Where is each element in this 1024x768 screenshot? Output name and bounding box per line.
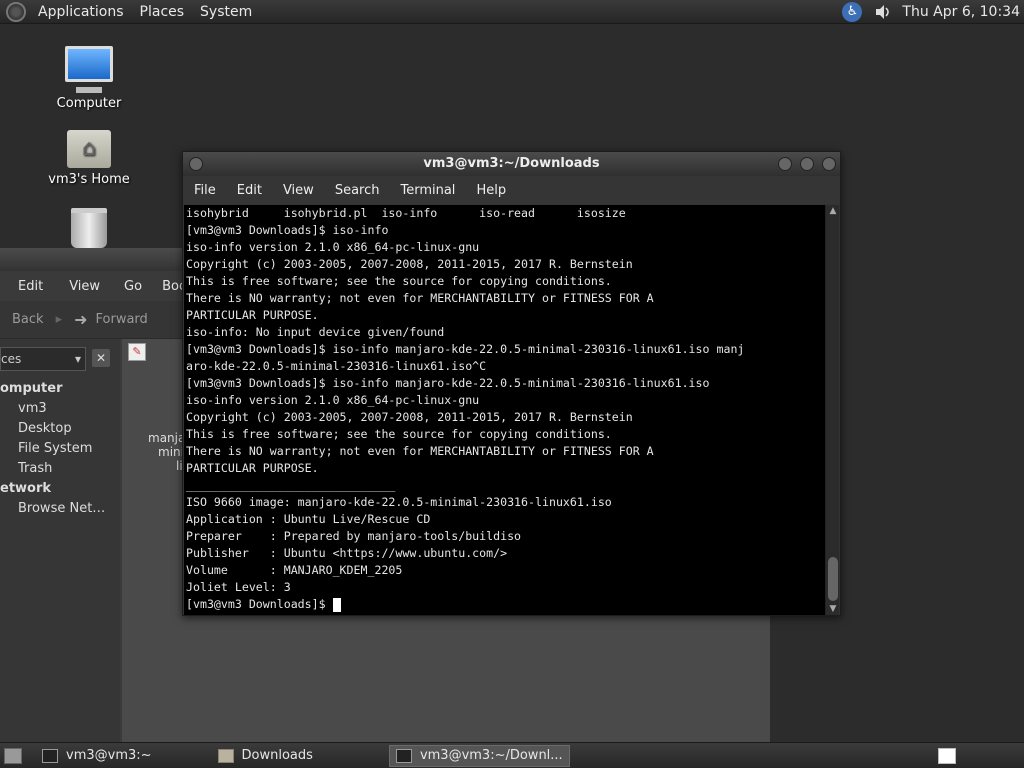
show-desktop-icon[interactable] [4,747,22,764]
terminal-line: Publisher : Ubuntu <https://www.ubuntu.c… [186,546,508,560]
system-menu[interactable]: System [196,4,256,20]
terminal-line: PARTICULAR PURPOSE. [186,308,319,322]
terminal-line: Copyright (c) 2003-2005, 2007-2008, 2011… [186,410,633,424]
clock[interactable]: Thu Apr 6, 10:34 [902,4,1020,20]
terminal-line: isohybrid isohybrid.pl iso-info iso-read… [186,206,626,220]
terminal-menubar: File Edit View Search Terminal Help [183,176,840,204]
maximize-icon[interactable] [800,157,814,171]
accessibility-icon[interactable]: ♿ [842,1,863,22]
dropdown-arrow-icon: ▾ [74,352,81,366]
term-menu-file[interactable]: File [194,183,216,198]
forward-button[interactable]: Forward [96,312,148,327]
trash-desktop-icon[interactable] [44,208,134,252]
close-sidebar-icon[interactable]: ✕ [92,349,110,367]
term-menu-edit[interactable]: Edit [237,183,262,198]
terminal-line: [vm3@vm3 Downloads]$ iso-info manjaro-kd… [186,376,710,390]
fm-menu-edit[interactable]: Edit [18,279,43,294]
terminal-scrollbar[interactable]: ▲ ▼ [825,205,839,615]
terminal-line: [vm3@vm3 Downloads]$ iso-info manjaro-kd… [186,342,745,356]
taskbar-item-terminal-home[interactable]: vm3@vm3:~ [36,745,158,767]
sidebar-group-network: etwork [0,481,52,496]
terminal-title: vm3@vm3:~/Downloads [423,156,600,171]
terminal-line: Preparer : Prepared by manjaro-tools/bui… [186,529,522,543]
distro-logo-icon[interactable] [6,1,26,22]
home-label: vm3's Home [48,172,130,187]
sidebar-dropdown-label: ces [1,352,22,366]
sidebar-item-file-system[interactable]: File System [0,439,120,459]
term-menu-terminal[interactable]: Terminal [400,183,455,198]
terminal-line: [vm3@vm3 Downloads]$ iso-info [186,223,389,237]
computer-icon [65,46,113,93]
term-menu-help[interactable]: Help [476,183,506,198]
desktop: Applications Places System ♿ Thu Apr 6, … [0,0,1024,768]
volume-icon[interactable] [874,3,892,21]
terminal-line: Application : Ubuntu Live/Rescue CD [186,512,431,526]
terminal-task-icon [42,748,58,763]
terminal-line: iso-info: No input device given/found [186,325,445,339]
terminal-window: vm3@vm3:~/Downloads File Edit View Searc… [182,151,841,616]
sidebar-group-computer: omputer [0,381,63,396]
home-folder-icon: ⌂ [67,130,111,168]
top-panel: Applications Places System ♿ Thu Apr 6, … [0,0,1024,24]
sidebar-item-trash[interactable]: Trash [0,459,120,479]
scroll-thumb[interactable] [828,557,838,601]
taskbar-item-downloads[interactable]: Downloads [212,745,319,767]
terminal-line: Volume : MANJARO_KDEM_2205 [186,563,403,577]
terminal-line: ______________________________ [186,478,396,492]
trash-icon [71,208,107,248]
close-icon[interactable] [822,157,836,171]
sidebar-item-vm3[interactable]: vm3 [0,399,120,419]
back-button[interactable]: Back [12,312,44,327]
terminal-line: There is NO warranty; not even for MERCH… [186,444,654,458]
folder-task-icon [217,748,234,763]
applications-menu[interactable]: Applications [34,4,128,20]
terminal-line: iso-info version 2.1.0 x86_64-pc-linux-g… [186,240,480,254]
places-sidebar: ces ▾ ✕ omputer vm3 Desktop File System … [0,339,120,743]
bottom-panel: vm3@vm3:~ Downloads vm3@vm3:~/Downl... [0,742,1024,768]
terminal-task-icon [395,748,412,763]
task-label: vm3@vm3:~ [66,748,152,763]
task-label: vm3@vm3:~/Downl... [419,748,563,763]
terminal-titlebar[interactable]: vm3@vm3:~/Downloads [183,152,840,176]
sidebar-item-desktop[interactable]: Desktop [0,419,120,439]
computer-desktop-icon[interactable]: Computer [44,46,134,111]
terminal-line: Joliet Level: 3 [186,580,291,594]
fm-menu-view[interactable]: View [69,279,100,294]
term-menu-view[interactable]: View [283,183,314,198]
window-menu-icon[interactable] [189,157,203,171]
terminal-line: iso-info version 2.1.0 x86_64-pc-linux-g… [186,393,480,407]
terminal-line: This is free software; see the source fo… [186,274,612,288]
sidebar-item-browse-network[interactable]: Browse Net… [0,499,120,519]
home-desktop-icon[interactable]: ⌂ vm3's Home [44,130,134,187]
workspace-switcher[interactable] [938,747,956,764]
scroll-up-icon[interactable]: ▲ [826,205,840,217]
task-label: Downloads [241,748,313,763]
edit-icon[interactable]: ✎ [128,343,146,361]
back-arrow-icon: ▸ [55,312,63,327]
terminal-line: aro-kde-22.0.5-minimal-230316-linux61.is… [186,359,487,373]
terminal-prompt: [vm3@vm3 Downloads]$ [186,597,333,611]
computer-label: Computer [56,96,122,111]
forward-arrow-icon: ➜ [74,310,88,329]
places-menu[interactable]: Places [136,4,189,20]
terminal-cursor [332,597,341,612]
sidebar-type-dropdown[interactable]: ces ▾ [0,347,86,371]
terminal-line: ISO 9660 image: manjaro-kde-22.0.5-minim… [186,495,612,509]
terminal-output[interactable]: isohybrid isohybrid.pl iso-info iso-read… [184,205,825,615]
fm-menu-go[interactable]: Go [124,279,142,294]
taskbar-item-terminal-downloads[interactable]: vm3@vm3:~/Downl... [388,744,570,767]
scroll-down-icon[interactable]: ▼ [826,603,840,615]
terminal-line: There is NO warranty; not even for MERCH… [186,291,654,305]
term-menu-search[interactable]: Search [335,183,380,198]
terminal-line: PARTICULAR PURPOSE. [186,461,319,475]
terminal-line: This is free software; see the source fo… [186,427,612,441]
terminal-prompt-line[interactable]: [vm3@vm3 Downloads]$ [186,596,825,613]
terminal-line: Copyright (c) 2003-2005, 2007-2008, 2011… [186,257,633,271]
minimize-icon[interactable] [778,157,792,171]
